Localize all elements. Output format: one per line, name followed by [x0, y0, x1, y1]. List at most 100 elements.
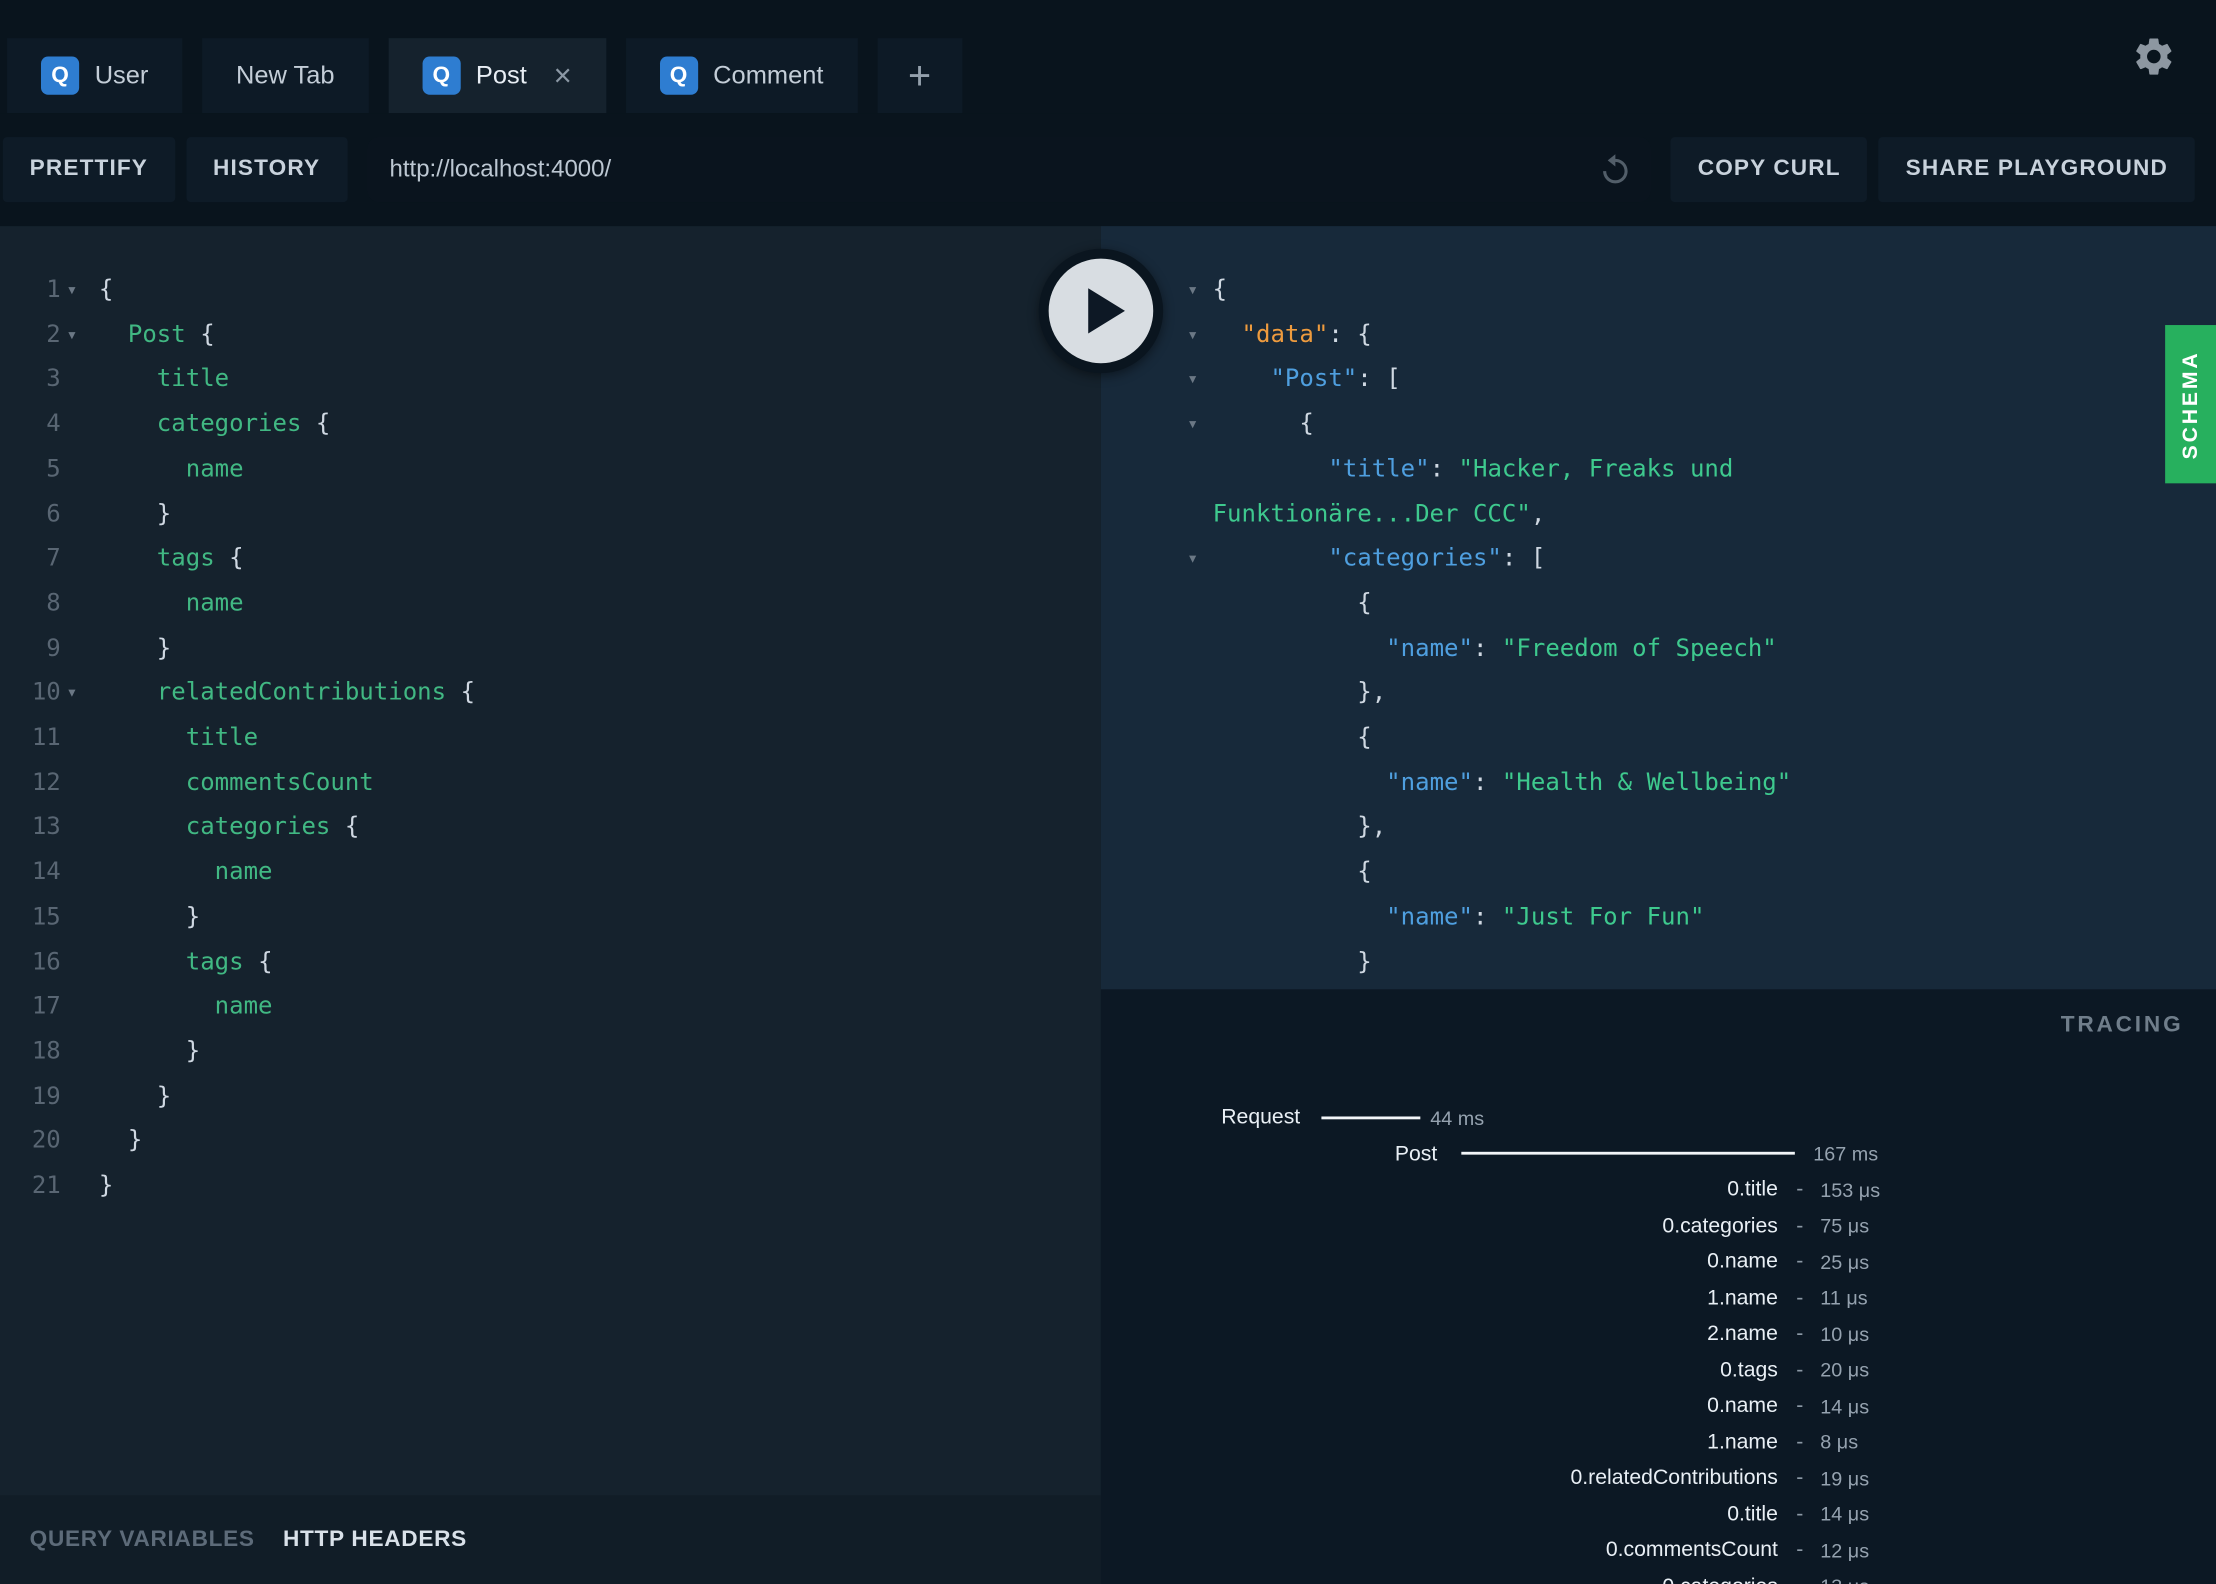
gutter [1101, 672, 1213, 717]
fold-icon[interactable]: ▾ [1187, 403, 1198, 448]
gutter [1101, 582, 1213, 627]
trace-duration-bar [1461, 1152, 1795, 1155]
copy-curl-button[interactable]: COPY CURL [1670, 137, 1868, 203]
code-text: relatedContributions { [99, 672, 475, 717]
trace-row: 0.relatedContributions -19 μs [1101, 1460, 2216, 1496]
line-number: 20 [31, 1126, 61, 1156]
code-line: 19 } [0, 1075, 1101, 1120]
token: "name" [1386, 902, 1473, 932]
trace-field-name: 0.tags [1720, 1357, 1778, 1382]
share-playground-button[interactable]: SHARE PLAYGROUND [1878, 137, 2195, 203]
tab-new-tab[interactable]: New Tab [202, 38, 369, 114]
code-line: ▾ "Post": [ [1101, 358, 2216, 403]
trace-duration: 19 μs [1820, 1466, 1870, 1490]
fold-icon[interactable]: ▾ [66, 269, 77, 314]
fold-icon[interactable]: ▾ [1187, 537, 1198, 582]
tab-label: Comment [713, 60, 824, 90]
trace-duration: 8 μs [1820, 1430, 1859, 1454]
token: name [185, 454, 244, 484]
code-line: 2 ▾ Post { [0, 313, 1101, 358]
gutter: 11 [0, 717, 99, 762]
tracing-panel: TRACING Request 44 ms Post 167 ms 0.title -15… [1100, 989, 2216, 1584]
code-text: } [99, 1030, 200, 1075]
code-text: { [1212, 403, 1314, 448]
token: title [185, 723, 259, 752]
token: { [1212, 410, 1314, 439]
reset-endpoint-icon[interactable] [1597, 151, 1634, 195]
line-number: 3 [46, 365, 61, 394]
code-text: } [99, 627, 171, 672]
token: tags [185, 947, 244, 976]
trace-duration: 14 μs [1820, 1394, 1870, 1418]
add-tab-button[interactable]: + [877, 38, 962, 114]
query-editor[interactable]: 1 ▾{2 ▾ Post {3 title 4 categories {5 name 6… [0, 226, 1101, 1495]
code-line: 4 categories { [0, 403, 1101, 448]
fold-icon[interactable]: ▾ [66, 313, 77, 358]
line-number: 11 [31, 723, 61, 752]
code-text: categories { [99, 403, 331, 448]
line-number: 10 [31, 678, 61, 708]
code-text: Funktionäre...Der CCC", [1213, 493, 1546, 538]
line-number: 17 [31, 992, 61, 1021]
fold-icon[interactable]: ▾ [66, 672, 77, 717]
gutter [1101, 761, 1213, 806]
gutter: 14 [0, 851, 99, 896]
fold-icon[interactable]: ▾ [1187, 269, 1198, 314]
code-text: commentsCount [99, 761, 374, 806]
token: : [ [1357, 365, 1401, 394]
prettify-button[interactable]: PRETTIFY [2, 137, 175, 203]
gutter [1101, 493, 1213, 538]
query-variables-tab[interactable]: QUERY VARIABLES [30, 1527, 255, 1552]
execute-query-button[interactable] [1038, 248, 1164, 374]
query-badge-icon: Q [422, 56, 461, 95]
gutter: 9 [0, 627, 99, 672]
fold-icon[interactable]: ▾ [1187, 313, 1198, 358]
tab-label: User [94, 60, 149, 90]
settings-gear-icon[interactable] [2131, 34, 2176, 86]
trace-dash: - [1796, 1285, 1804, 1310]
trace-field-name: 0.relatedContributions [1570, 1465, 1778, 1490]
trace-row: 1.name -11 μs [1101, 1280, 2216, 1316]
token: }, [1212, 813, 1387, 842]
close-tab-icon[interactable]: × [554, 59, 572, 91]
trace-row: Post 167 ms [1101, 1136, 2216, 1172]
trace-dash: - [1796, 1465, 1804, 1490]
http-headers-tab[interactable]: HTTP HEADERS [283, 1527, 467, 1552]
trace-field-name: 0.title [1727, 1501, 1778, 1526]
trace-row: 0.title -153 μs [1101, 1172, 2216, 1208]
code-text: { [1213, 582, 1371, 627]
graphql-playground-window: Q User New Tab Q Post × Q Comment + PRETTIFY HI… [0, 0, 2216, 1584]
schema-tab[interactable]: SCHEMA [2165, 325, 2216, 484]
code-line: 9 } [0, 627, 1101, 672]
trace-rows: Request 44 ms Post 167 ms 0.title -153 μs 0.ca… [1101, 1100, 2216, 1584]
fold-icon[interactable]: ▾ [1187, 358, 1198, 403]
code-line: ▾ "categories": [ [1101, 537, 2216, 582]
history-button[interactable]: HISTORY [186, 137, 348, 203]
tab-user[interactable]: Q User [7, 38, 183, 114]
line-number: 19 [31, 1082, 61, 1111]
query-badge-icon: Q [40, 56, 80, 95]
code-text: "name": "Just For Fun" [1213, 896, 1704, 941]
gutter: 13 [0, 806, 99, 851]
trace-field-name: 0.categories [1662, 1213, 1778, 1238]
tab-comment[interactable]: Q Comment [625, 38, 858, 114]
code-line: 3 title [0, 358, 1101, 403]
gutter: ▾ [1101, 537, 1213, 582]
trace-dash: - [1796, 1177, 1804, 1202]
line-number: 8 [46, 589, 61, 618]
code-text: categories { [99, 806, 360, 851]
play-icon [1088, 288, 1125, 334]
trace-dash: - [1796, 1537, 1804, 1563]
trace-field-name: 0.name [1707, 1393, 1778, 1418]
trace-dash: - [1796, 1213, 1804, 1238]
tab-post[interactable]: Q Post × [388, 38, 606, 114]
token: title [156, 365, 230, 394]
gutter: 8 [0, 582, 99, 627]
trace-duration: 11 μs [1820, 1286, 1868, 1310]
token: } [98, 1082, 172, 1111]
endpoint-input[interactable] [389, 155, 1629, 184]
trace-duration: 12 μs [1820, 1538, 1870, 1562]
